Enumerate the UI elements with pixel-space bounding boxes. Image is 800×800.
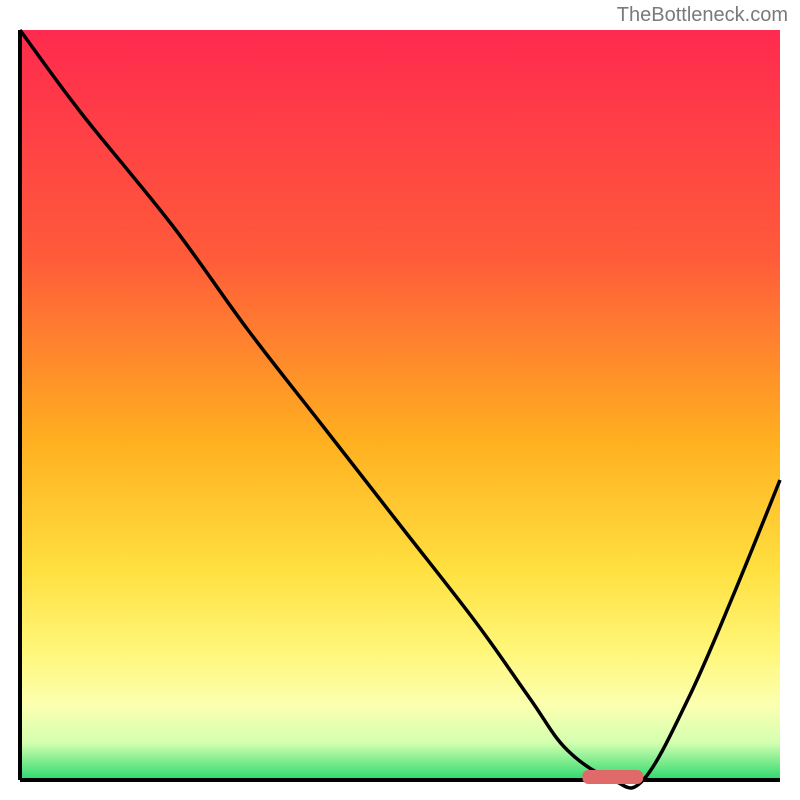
plot-background: [20, 30, 780, 780]
watermark-text: TheBottleneck.com: [617, 4, 788, 27]
optimum-marker: [582, 770, 643, 784]
bottleneck-chart: [0, 0, 800, 800]
